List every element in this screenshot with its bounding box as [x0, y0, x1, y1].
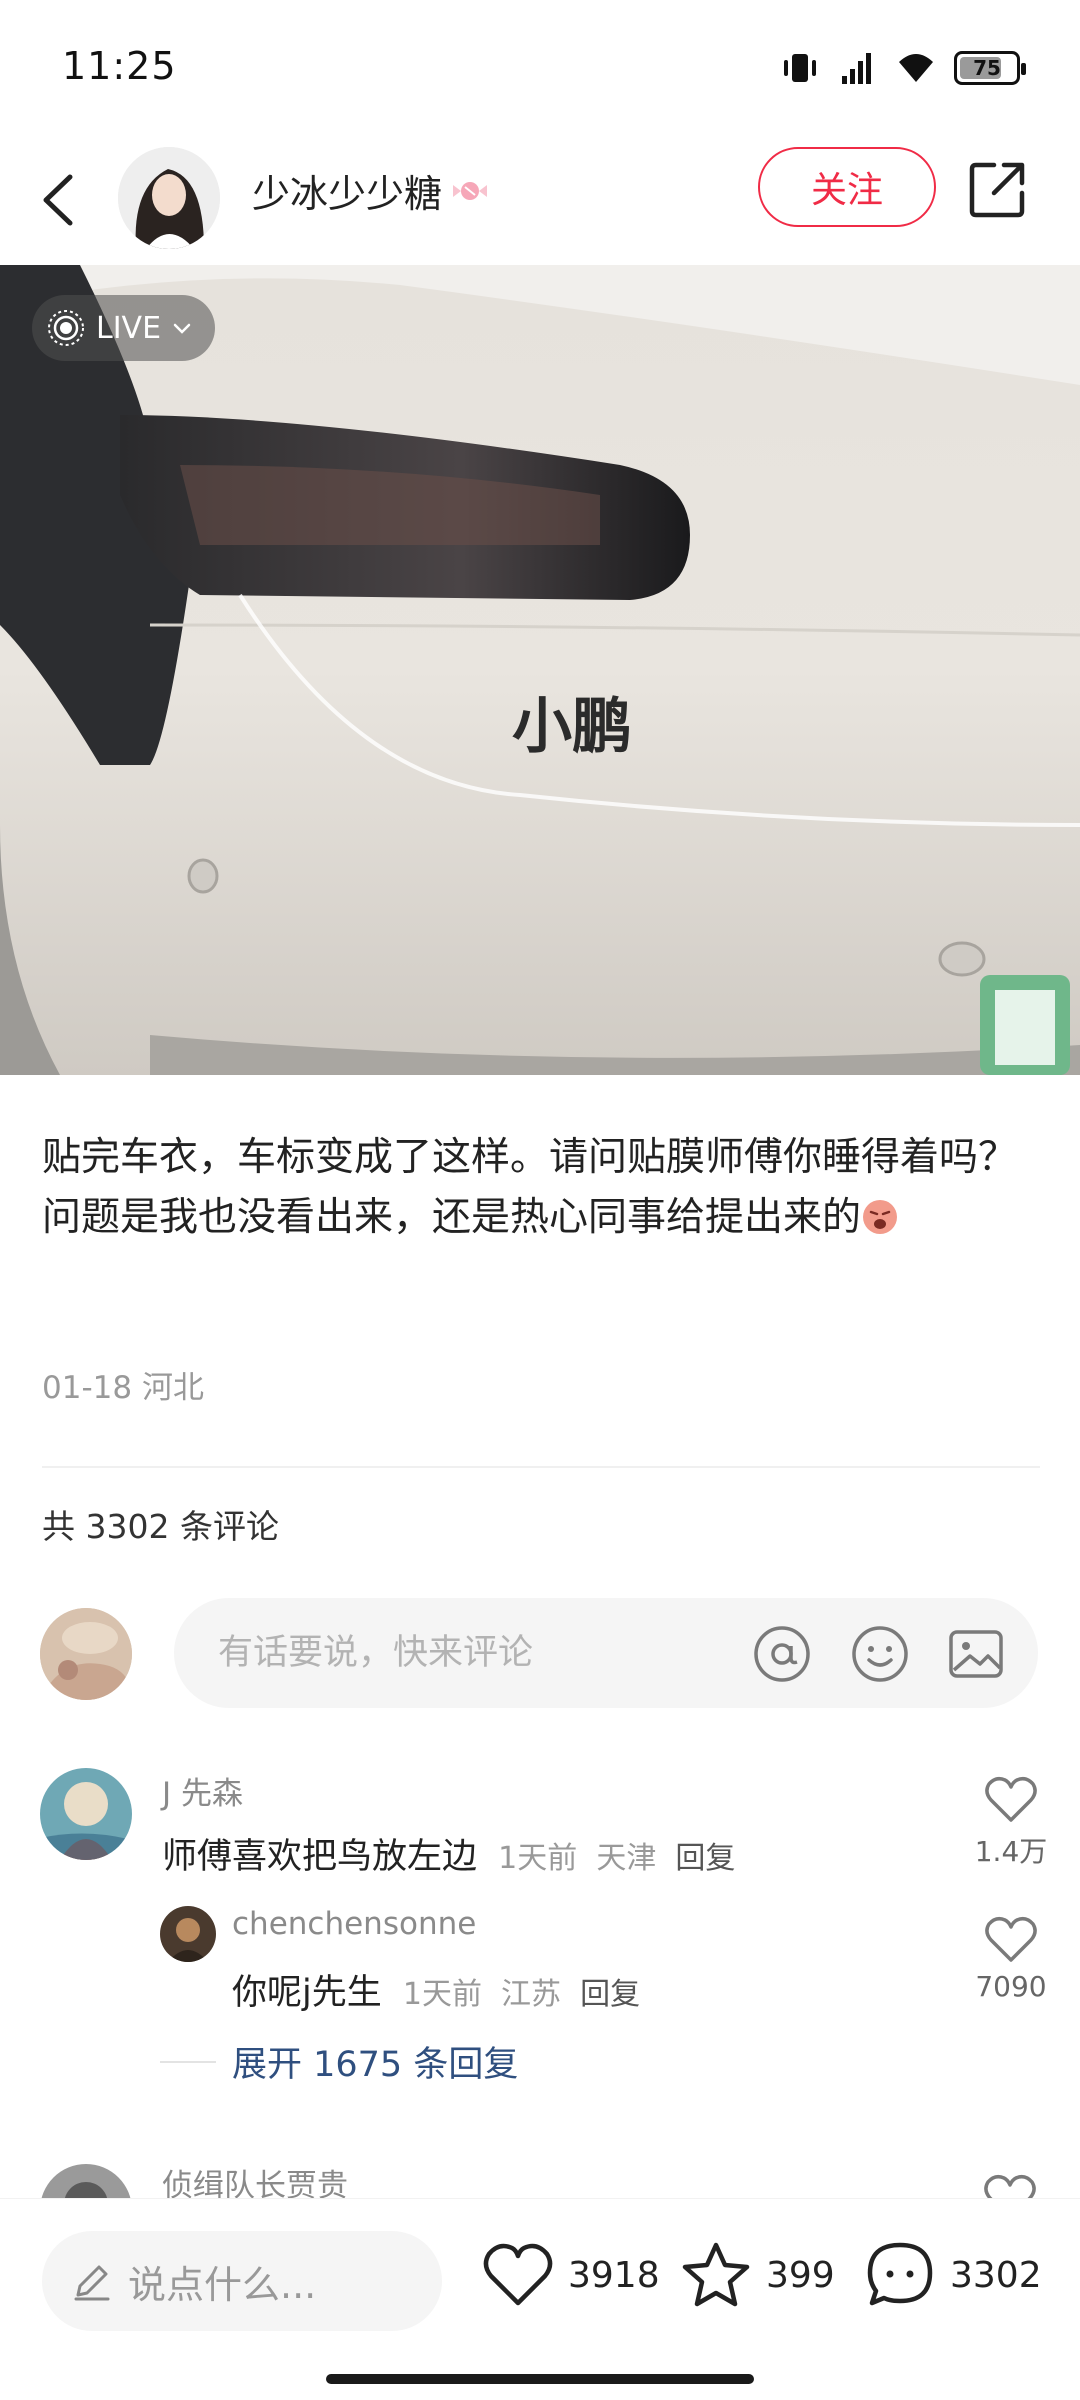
- comment-like[interactable]: 1.4万: [956, 1774, 1066, 1870]
- heart-icon: [985, 1916, 1037, 1962]
- post-meta: 01-18 河北: [42, 1362, 204, 1407]
- author-name[interactable]: 少冰少少糖: [252, 163, 490, 218]
- star-icon: [682, 2242, 750, 2307]
- home-indicator[interactable]: [326, 2374, 754, 2384]
- my-avatar[interactable]: [40, 1608, 132, 1700]
- reply-location: 江苏: [501, 1977, 562, 2012]
- post-photo[interactable]: 小鹏 LIVE: [0, 265, 1080, 1075]
- mention-icon[interactable]: [752, 1624, 812, 1684]
- reply-meta: 1天前 江苏 回复: [403, 1977, 640, 2012]
- live-label: LIVE: [96, 310, 162, 346]
- favorite-count: 399: [766, 2254, 835, 2296]
- my-avatar-image: [40, 1608, 132, 1700]
- comment-like-count: 1.4万: [974, 1835, 1048, 1868]
- caption-line-2-text: 问题是我也没看出来，还是热心同事给提出来的: [42, 1195, 862, 1240]
- reply-like[interactable]: 7090: [956, 1914, 1066, 2003]
- expand-replies-label: 展开 1675 条回复: [232, 2045, 519, 2085]
- replier-avatar[interactable]: [160, 1906, 216, 1962]
- commenter-avatar[interactable]: [40, 1768, 132, 1860]
- comment-button[interactable]: 3302: [864, 2239, 1042, 2311]
- live-badge[interactable]: LIVE: [32, 295, 216, 361]
- author-avatar-image: [118, 147, 220, 249]
- post-header: 少冰少少糖 关注: [0, 135, 1080, 265]
- author-avatar[interactable]: [118, 147, 220, 249]
- commenter-avatar-image: [40, 1768, 132, 1860]
- comment-time: 1天前: [498, 1841, 578, 1876]
- author-name-text: 少冰少少糖: [252, 172, 443, 216]
- replier-avatar-image: [160, 1906, 216, 1962]
- heart-icon: [483, 2243, 553, 2306]
- reply-body: 你呢j先生: [232, 1973, 382, 2013]
- comment-reply-button[interactable]: 回复: [675, 1841, 735, 1876]
- comment-total: 3302: [950, 2254, 1042, 2296]
- post-date: 01-18: [42, 1370, 133, 1406]
- favorite-button[interactable]: 399: [680, 2239, 835, 2311]
- battery-text: 75: [973, 56, 1001, 80]
- post-location: 河北: [141, 1370, 204, 1406]
- divider: [42, 1466, 1040, 1468]
- battery-icon: 75: [954, 51, 1026, 85]
- comment-bubble-icon: [867, 2242, 933, 2306]
- comment-count: 共 3302 条评论: [42, 1507, 279, 1546]
- car-rear-photo: 小鹏: [0, 265, 1080, 1075]
- comment-location: 天津: [596, 1841, 657, 1876]
- say-something-input[interactable]: 说点什么...: [42, 2231, 442, 2331]
- reply-text: 你呢j先生 1天前 江苏 回复: [232, 1964, 640, 2015]
- status-time: 11:25: [62, 44, 177, 88]
- status-icons: 75: [780, 48, 1026, 88]
- caption-line-2: 问题是我也没看出来，还是热心同事给提出来的: [42, 1188, 1042, 1248]
- expand-divider: [160, 2060, 216, 2063]
- heart-icon: [985, 1776, 1037, 1822]
- like-button[interactable]: 3918: [482, 2239, 660, 2311]
- reply-time: 1天前: [402, 1977, 482, 2012]
- caption-line-1: 贴完车衣，车标变成了这样。请问贴膜师傅你睡得着吗？: [42, 1135, 1018, 1180]
- share-icon[interactable]: [966, 157, 1030, 221]
- comment-body: 师傅喜欢把鸟放左边: [162, 1837, 478, 1877]
- comment-meta: 1天前 天津 回复: [498, 1841, 735, 1876]
- like-count: 3918: [568, 2254, 660, 2296]
- post-caption: 贴完车衣，车标变成了这样。请问贴膜师傅你睡得着吗？ 问题是我也没看出来，还是热心…: [42, 1128, 1042, 1248]
- car-logo-text: 小鹏: [512, 692, 632, 762]
- wifi-icon: [899, 54, 933, 82]
- follow-button[interactable]: 关注: [758, 147, 936, 227]
- chevron-down-icon: [173, 323, 191, 334]
- reply-reply-button[interactable]: 回复: [580, 1977, 640, 2012]
- vibrate-icon: [784, 54, 816, 82]
- reply-like-count: 7090: [975, 1970, 1047, 2003]
- image-icon[interactable]: [946, 1624, 1006, 1684]
- emoji-icon[interactable]: [850, 1624, 910, 1684]
- say-something-label: 说点什么...: [128, 2262, 317, 2307]
- back-button[interactable]: [30, 165, 90, 235]
- comment-text: 师傅喜欢把鸟放左边 1天前 天津 回复: [162, 1828, 735, 1879]
- reply-username[interactable]: chenchensonne: [232, 1906, 476, 1942]
- pencil-icon: [74, 2265, 110, 2301]
- candy-icon: [453, 181, 488, 200]
- signal-icon: [842, 53, 871, 84]
- bottom-action-bar: 说点什么... 3918 399 3302: [0, 2198, 1080, 2400]
- crying-face-emoji-icon: [863, 1200, 898, 1234]
- status-bar: 11:25 75: [0, 0, 1080, 135]
- live-photo-icon: [48, 310, 84, 346]
- comment-username[interactable]: J 先森: [162, 1768, 243, 1813]
- expand-replies[interactable]: 展开 1675 条回复: [160, 2036, 518, 2087]
